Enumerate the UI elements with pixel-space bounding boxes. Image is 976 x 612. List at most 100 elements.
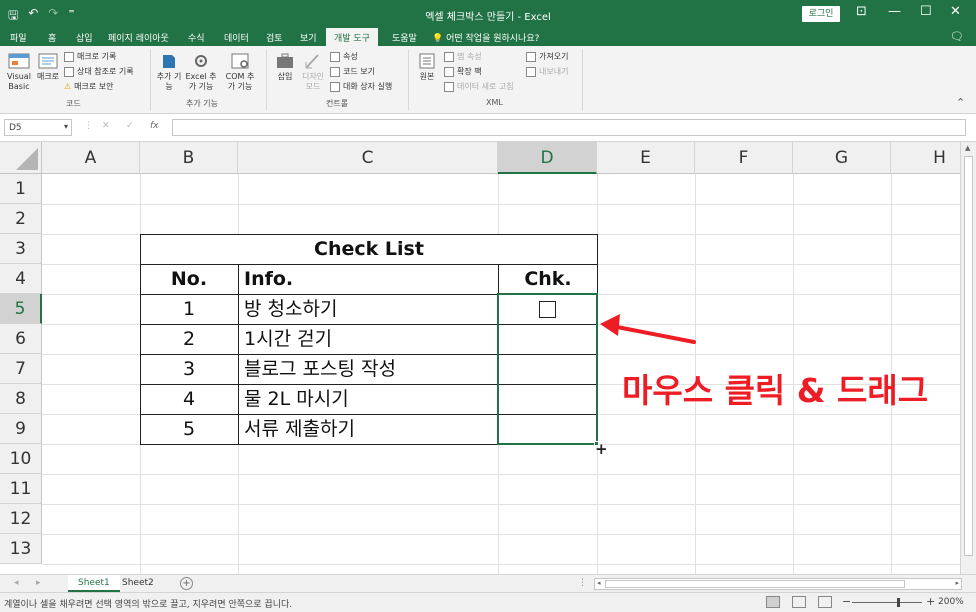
column-header-g[interactable]: G [793,142,891,174]
relative-reference-button[interactable]: 상대 참조로 기록 [64,66,134,77]
insert-function-icon[interactable]: fx [150,121,159,131]
vertical-scrollbar[interactable]: ▲ [960,142,976,574]
map-properties-button[interactable]: 맵 속성 [444,51,482,62]
red-arrow-icon [600,314,696,344]
next-sheet-icon[interactable]: ▸ [36,578,41,588]
row-header-1[interactable]: 1 [0,174,42,204]
select-all-button[interactable] [0,142,42,174]
record-macro-label: 매크로 기록 [77,52,117,61]
sheet-tab-2[interactable]: Sheet2 [112,575,164,592]
header-no: No. [170,268,208,290]
name-box[interactable]: D5 ▾ [4,119,72,136]
insert-control-button[interactable]: 삽입 [272,52,298,82]
tab-help[interactable]: 도움말 [392,31,417,44]
row-header-2[interactable]: 2 [0,204,42,234]
row-header-9[interactable]: 9 [0,414,42,444]
properties-icon [330,51,340,62]
ribbon-separator [150,50,151,110]
properties-button[interactable]: 속성 [330,51,358,62]
export-button[interactable]: 내보내기 [526,66,568,77]
tab-developer[interactable]: 개발 도구 [326,28,378,46]
column-header-f[interactable]: F [695,142,793,174]
add-sheet-icon[interactable]: + [180,577,193,590]
column-header-a[interactable]: A [42,142,140,174]
formula-input[interactable] [172,119,966,136]
xml-source-label: 원본 [419,72,435,81]
design-mode-icon [305,54,319,69]
status-message: 계열이나 셀을 채우려면 선택 영역의 밖으로 끌고, 지우려면 안쪽으로 끕니… [4,600,293,610]
scroll-thumb[interactable] [964,156,973,556]
column-header-c[interactable]: C [238,142,498,174]
record-macro-button[interactable]: 매크로 기록 [64,51,116,62]
column-header-d[interactable]: D [498,142,597,174]
view-code-button[interactable]: 코드 보기 [330,66,375,77]
row-header-12[interactable]: 12 [0,504,42,534]
column-header-e[interactable]: E [597,142,695,174]
tab-data[interactable]: 데이터 [224,31,249,44]
zoom-out-icon[interactable]: − [842,595,851,608]
scroll-left-icon[interactable]: ◂ [597,579,601,587]
visual-basic-button[interactable]: Visual Basic [6,52,32,92]
add-ins-button[interactable]: 추가 기능 [156,52,182,92]
horizontal-scroll-thumb[interactable] [605,580,905,588]
tab-review[interactable]: 검토 [266,31,283,44]
row-header-7[interactable]: 7 [0,354,42,384]
macros-button[interactable]: 매크로 [34,52,62,82]
tell-me-search[interactable]: 💡 어떤 작업을 원하시나요? [432,31,539,44]
prev-sheet-icon[interactable]: ◂ [14,578,19,588]
row-header-13[interactable]: 13 [0,534,42,564]
expansion-packs-button[interactable]: 확장 팩 [444,66,482,77]
macro-security-button[interactable]: ⚠ 매크로 보안 [64,81,114,92]
scroll-right-icon[interactable]: ▸ [955,579,959,587]
refresh-data-button[interactable]: 데이터 새로 고침 [444,81,514,92]
tab-page-layout[interactable]: 페이지 레이아웃 [108,31,169,44]
maximize-icon[interactable]: ☐ [920,4,932,19]
comments-icon[interactable]: 🗨 [950,30,964,43]
tab-file[interactable]: 파일 [10,31,27,44]
zoom-level[interactable]: 200% [938,597,964,607]
scroll-up-icon[interactable]: ▲ [965,144,970,152]
formula-bar-more-icon[interactable]: ⋮ [84,121,93,131]
com-add-ins-button[interactable]: COM 추가 기능 [222,52,258,92]
page-layout-view-icon[interactable] [792,596,806,608]
close-icon[interactable]: ✕ [950,4,961,19]
row-header-11[interactable]: 11 [0,474,42,504]
tab-splitter-icon[interactable]: ⋮ [578,578,587,588]
run-dialog-button[interactable]: 대화 상자 실행 [330,81,392,92]
ribbon-separator [266,50,267,110]
tab-home[interactable]: 홈 [48,31,56,44]
row-header-10[interactable]: 10 [0,444,42,474]
column-header-b[interactable]: B [140,142,238,174]
item-no: 5 [182,418,196,440]
row-header-3[interactable]: 3 [0,234,42,264]
zoom-in-icon[interactable]: + [926,595,935,608]
tab-formulas[interactable]: 수식 [188,31,205,44]
tab-insert[interactable]: 삽입 [76,31,93,44]
horizontal-scrollbar[interactable]: ◂ ▸ [594,578,962,590]
enter-icon[interactable]: ✓ [126,121,134,131]
chevron-down-icon[interactable]: ▾ [64,122,68,131]
row-header-4[interactable]: 4 [0,264,42,294]
checkbox[interactable] [539,301,556,318]
column-header-h[interactable]: H [891,142,960,174]
zoom-slider-knob[interactable] [897,598,900,607]
page-break-view-icon[interactable] [818,596,832,608]
cancel-icon[interactable]: ✕ [102,121,110,131]
item-info: 서류 제출하기 [244,418,355,440]
import-button[interactable]: 가져오기 [526,51,568,62]
row-header-8[interactable]: 8 [0,384,42,414]
row-header-6[interactable]: 6 [0,324,42,354]
tab-view[interactable]: 보기 [300,31,317,44]
zoom-slider[interactable] [852,602,922,603]
minimize-icon[interactable]: — [888,4,901,19]
refresh-data-label: 데이터 새로 고침 [457,82,514,91]
excel-add-ins-button[interactable]: Excel 추가 기능 [184,52,218,92]
normal-view-icon[interactable] [766,596,780,608]
login-button[interactable]: 로그인 [802,6,840,22]
xml-source-button[interactable]: 원본 [414,52,440,82]
ribbon-display-options-icon[interactable]: ⊡ [856,4,867,19]
design-mode-button[interactable]: 디자인 모드 [300,52,326,92]
worksheet-grid[interactable]: A B C D E F G H 1 2 3 4 5 6 7 8 9 10 11 … [0,142,960,574]
collapse-ribbon-icon[interactable]: ⌃ [956,96,965,109]
row-header-5[interactable]: 5 [0,294,42,324]
